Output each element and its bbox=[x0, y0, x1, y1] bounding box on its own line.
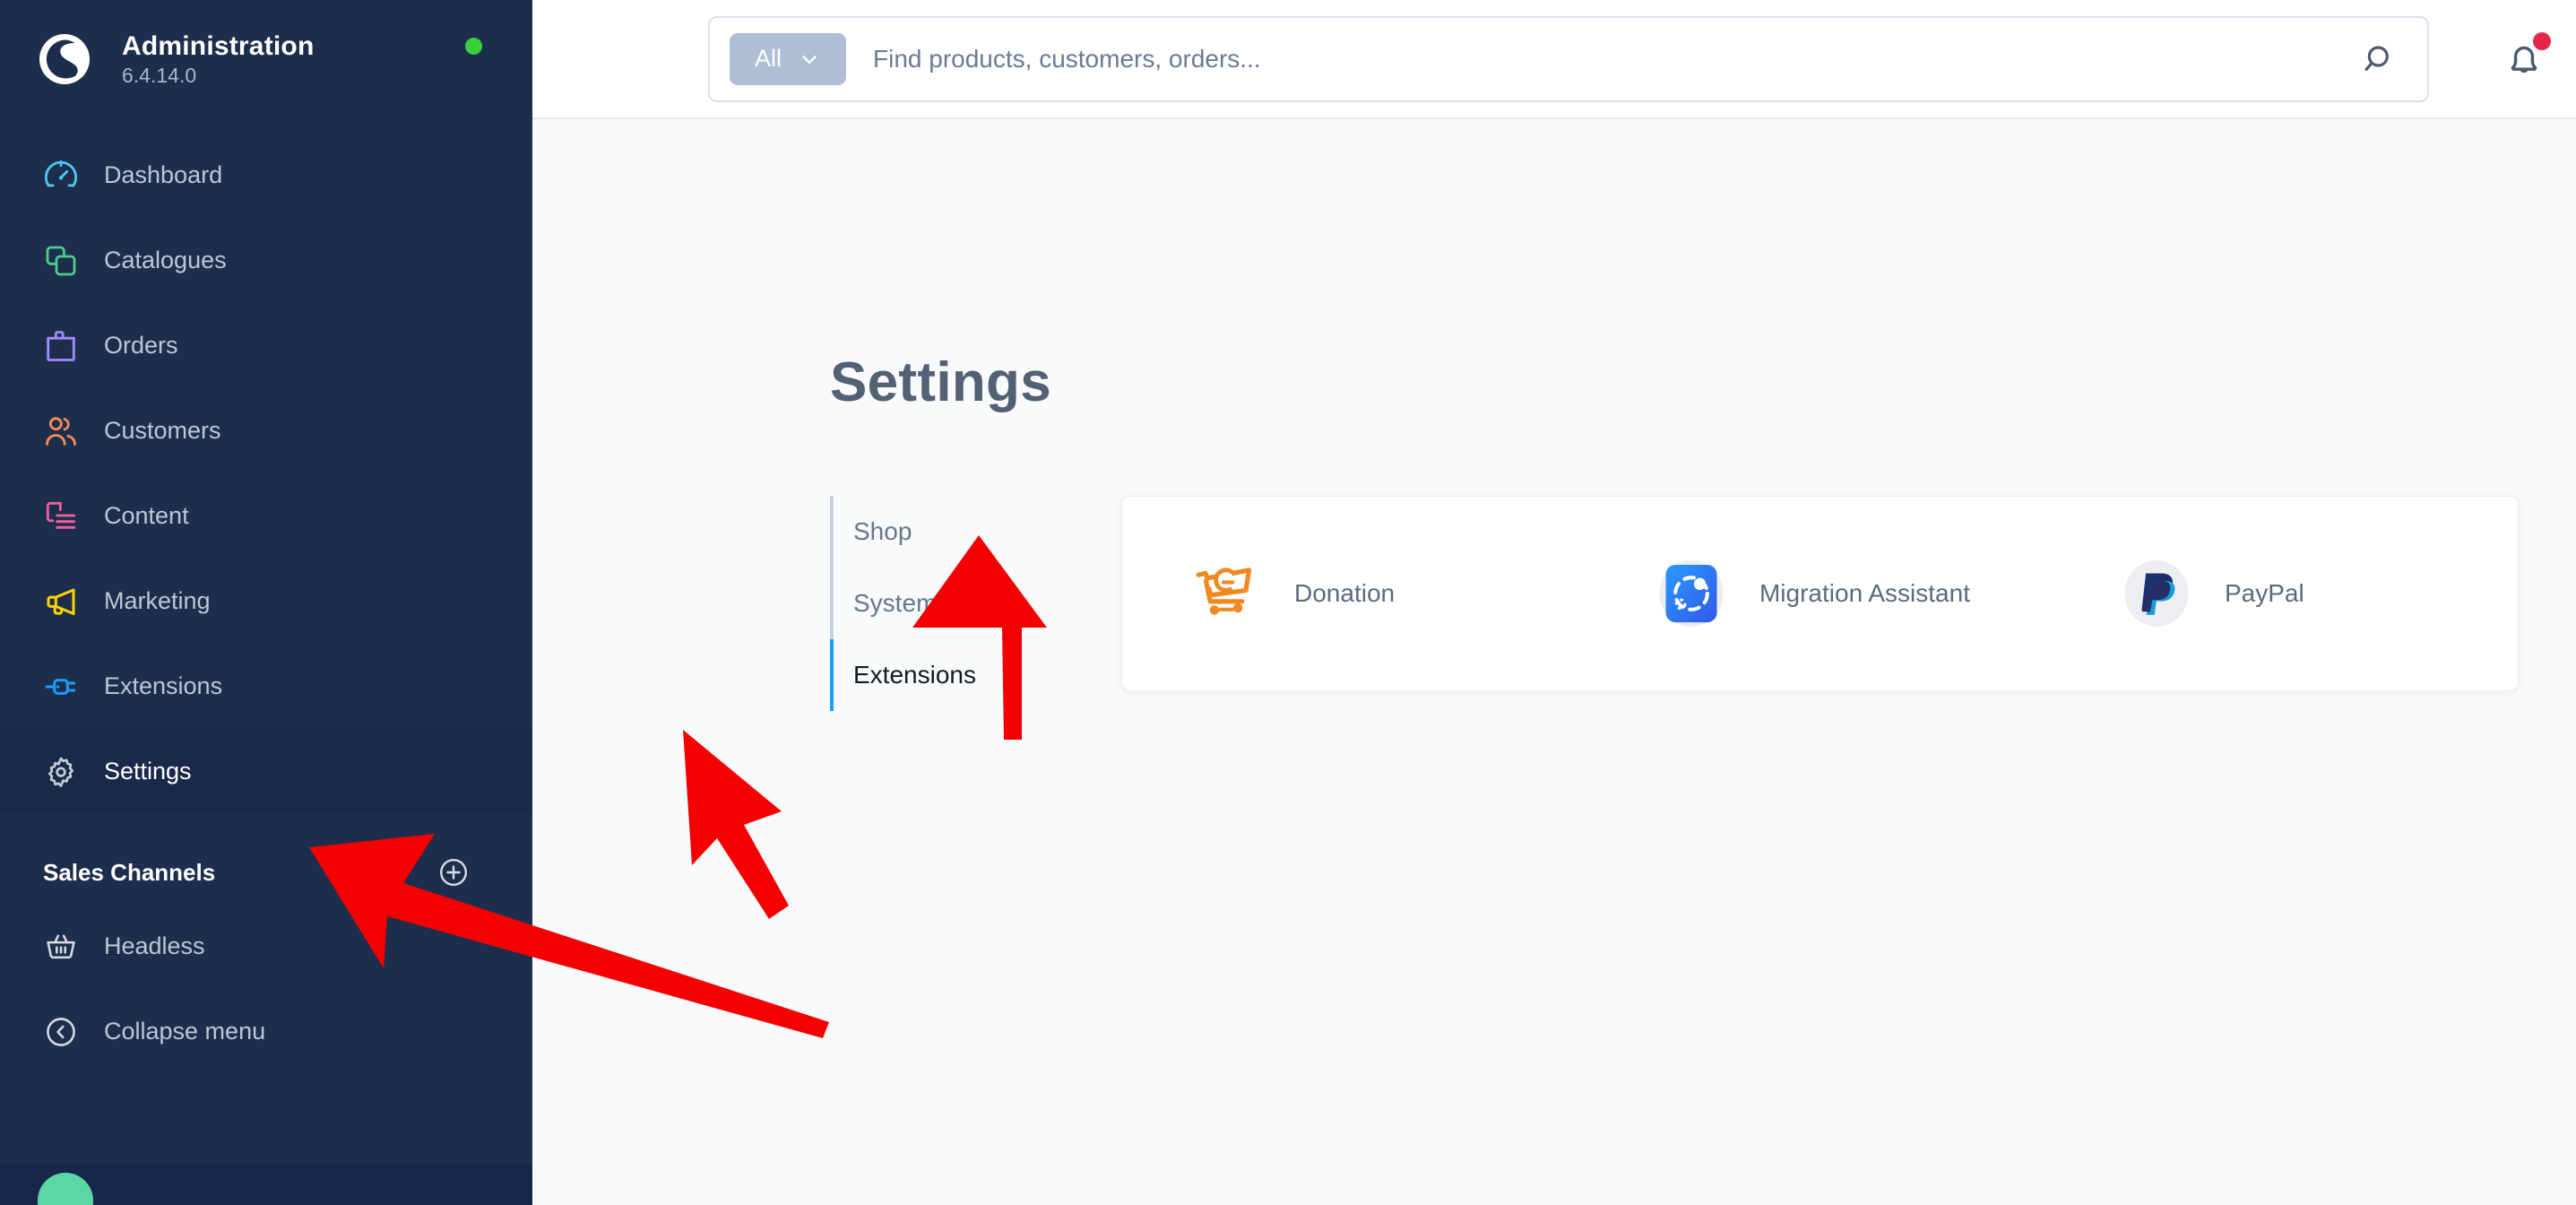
orders-bag-icon bbox=[41, 326, 81, 366]
page-title: Settings bbox=[830, 351, 1051, 413]
sidebar: Administration 6.4.14.0 Dashboard Catalo… bbox=[0, 0, 532, 1205]
sidebar-item-label: Customers bbox=[104, 417, 221, 444]
sidebar-item-content[interactable]: Content bbox=[0, 473, 532, 559]
sidebar-item-settings[interactable]: Settings bbox=[0, 729, 532, 814]
global-search[interactable]: All bbox=[708, 15, 2429, 102]
chevron-left-circle-icon bbox=[41, 1012, 81, 1052]
extension-label: Migration Assistant bbox=[1759, 579, 1970, 607]
extensions-card: Donation Migration Assistant PayPal bbox=[1121, 496, 2519, 691]
dashboard-gauge-icon bbox=[41, 156, 81, 195]
sales-channels-header: Sales Channels bbox=[0, 841, 532, 904]
brand-title: Administration bbox=[122, 31, 315, 62]
connection-status-dot bbox=[465, 38, 482, 55]
search-icon[interactable] bbox=[2356, 35, 2404, 83]
sidebar-item-label: Dashboard bbox=[104, 161, 223, 188]
sidebar-item-label: Marketing bbox=[104, 587, 211, 614]
brand-version: 6.4.14.0 bbox=[122, 63, 197, 87]
tab-system[interactable]: System bbox=[834, 568, 1056, 639]
sidebar-item-customers[interactable]: Customers bbox=[0, 388, 532, 473]
topbar: All bbox=[532, 0, 2576, 119]
settings-tab-list: Shop System Extensions bbox=[830, 496, 1056, 711]
extension-item-donation[interactable]: Donation bbox=[1122, 556, 1587, 631]
page-content: Settings Shop System Extensions Donation… bbox=[532, 119, 2576, 1205]
catalogues-layers-icon bbox=[41, 241, 81, 281]
tab-label: Extensions bbox=[853, 661, 976, 689]
tab-label: System bbox=[853, 589, 938, 617]
search-input[interactable] bbox=[873, 44, 2356, 74]
sidebar-item-label: Content bbox=[104, 502, 189, 529]
main-area: All Find products, customers, orders... … bbox=[532, 0, 2576, 1205]
app-root: Administration 6.4.14.0 Dashboard Catalo… bbox=[0, 0, 2576, 1205]
customers-people-icon bbox=[41, 412, 81, 451]
sidebar-item-orders[interactable]: Orders bbox=[0, 303, 532, 388]
collapse-menu-button[interactable]: Collapse menu bbox=[0, 989, 532, 1074]
sidebar-item-extensions[interactable]: Extensions bbox=[0, 644, 532, 729]
marketing-megaphone-icon bbox=[41, 582, 81, 621]
sidebar-item-catalogues[interactable]: Catalogues bbox=[0, 218, 532, 303]
tab-label: Shop bbox=[853, 517, 912, 545]
content-page-icon bbox=[41, 497, 81, 536]
sidebar-item-dashboard[interactable]: Dashboard bbox=[0, 133, 532, 218]
sidebar-item-label: Orders bbox=[104, 332, 178, 359]
migration-assistant-icon bbox=[1654, 556, 1729, 631]
avatar[interactable] bbox=[38, 1173, 93, 1205]
plus-circle-icon[interactable] bbox=[437, 856, 470, 889]
basket-icon bbox=[41, 927, 81, 967]
sidebar-item-label: Headless bbox=[104, 932, 205, 959]
sidebar-item-label: Settings bbox=[104, 758, 192, 785]
extension-item-migration-assistant[interactable]: Migration Assistant bbox=[1587, 556, 2053, 631]
notification-badge bbox=[2533, 31, 2551, 50]
shopware-logo-icon bbox=[36, 30, 93, 88]
paypal-icon bbox=[2119, 556, 2194, 631]
collapse-menu-label: Collapse menu bbox=[104, 1018, 266, 1045]
sidebar-item-label: Catalogues bbox=[104, 247, 227, 273]
extension-label: Donation bbox=[1294, 579, 1396, 607]
settings-gear-icon bbox=[41, 752, 81, 792]
sidebar-item-label: Extensions bbox=[104, 672, 223, 699]
sales-channels-title: Sales Channels bbox=[43, 858, 216, 886]
sidebar-item-headless[interactable]: Headless bbox=[0, 904, 532, 989]
chevron-down-icon bbox=[798, 48, 821, 71]
brand-header[interactable]: Administration 6.4.14.0 bbox=[0, 0, 532, 118]
search-scope-dropdown[interactable]: All bbox=[730, 32, 846, 85]
tab-shop[interactable]: Shop bbox=[834, 496, 1056, 568]
main-navigation: Dashboard Catalogues Orders Customers Co… bbox=[0, 133, 532, 814]
donation-cart-icon bbox=[1189, 556, 1264, 631]
extension-item-paypal[interactable]: PayPal bbox=[2053, 556, 2518, 631]
notifications-button[interactable] bbox=[2495, 30, 2553, 88]
sidebar-footer bbox=[0, 1164, 532, 1205]
sidebar-item-marketing[interactable]: Marketing bbox=[0, 559, 532, 644]
search-scope-label: All bbox=[754, 45, 782, 72]
settings-body: Shop System Extensions Donation Migratio… bbox=[830, 496, 2519, 711]
extensions-plug-icon bbox=[41, 667, 81, 707]
tab-extensions[interactable]: Extensions bbox=[830, 639, 1056, 711]
extension-label: PayPal bbox=[2224, 579, 2304, 607]
